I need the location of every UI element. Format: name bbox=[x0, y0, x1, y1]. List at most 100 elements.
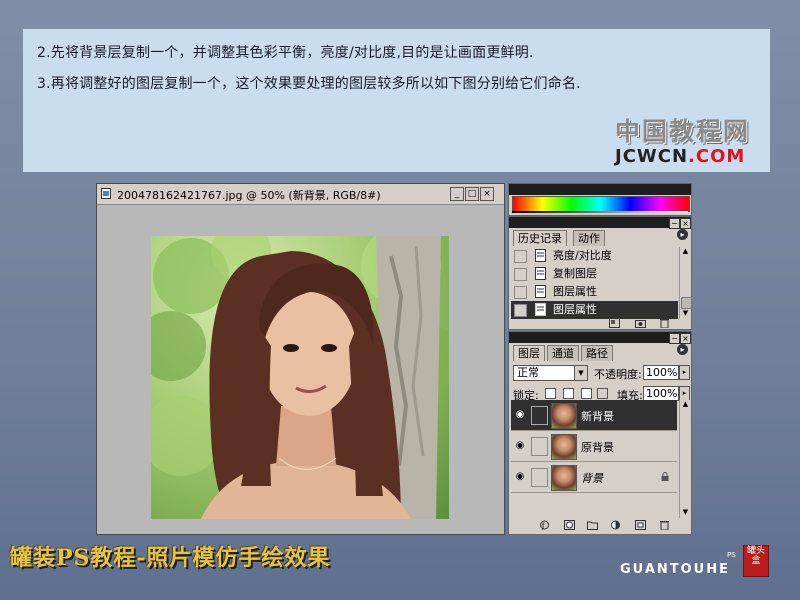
opacity-input[interactable]: 100% bbox=[643, 365, 679, 380]
image-document-window: 200478162421767.jpg @ 50% (新背景, RGB/8#) … bbox=[96, 183, 505, 535]
adjustment-layer-icon[interactable] bbox=[610, 520, 621, 530]
new-layer-icon[interactable] bbox=[635, 520, 646, 530]
layers-panel: − × 图层 通道 路径 ▸ 正常 ▼ 不透明度: 100% ▸ 锁定: 填充:… bbox=[508, 331, 692, 535]
chevron-down-icon: ▼ bbox=[574, 366, 587, 380]
history-minimize-button[interactable]: − bbox=[669, 218, 680, 229]
history-item-label: 图层属性 bbox=[553, 303, 597, 316]
layer-row-active[interactable]: ◉ 新背景 bbox=[511, 400, 677, 431]
lock-icon bbox=[661, 472, 669, 481]
layer-style-icon[interactable]: ƒ bbox=[539, 520, 550, 530]
close-button[interactable]: × bbox=[480, 187, 494, 201]
brand-name: GUANTOUHE bbox=[620, 562, 731, 577]
lock-move-icon[interactable] bbox=[581, 388, 592, 399]
minimize-button[interactable]: _ bbox=[450, 187, 464, 201]
history-list: 亮度/对比度 复制图层 图层属性 图层属性 bbox=[511, 247, 678, 329]
history-close-button[interactable]: × bbox=[680, 218, 691, 229]
history-scroll-thumb[interactable] bbox=[681, 297, 692, 309]
color-spectrum-bar[interactable] bbox=[512, 196, 690, 212]
logo-domain-main: JCWCN bbox=[615, 146, 689, 167]
fill-input[interactable]: 100% bbox=[643, 386, 679, 401]
new-snapshot-icon[interactable] bbox=[635, 318, 646, 328]
opacity-label: 不透明度: bbox=[594, 368, 642, 381]
trash-icon[interactable] bbox=[659, 318, 670, 328]
maximize-button[interactable]: □ bbox=[465, 187, 479, 201]
history-scrollbar[interactable]: ▲ ▼ bbox=[679, 247, 692, 319]
brand-ps: PS bbox=[727, 551, 736, 559]
history-step-icon bbox=[535, 267, 546, 280]
layer-mask-icon[interactable] bbox=[564, 520, 575, 530]
history-step-icon bbox=[535, 249, 546, 262]
image-window-titlebar[interactable]: 200478162421767.jpg @ 50% (新背景, RGB/8#) … bbox=[97, 184, 504, 205]
image-window-title: 200478162421767.jpg @ 50% (新背景, RGB/8#) bbox=[117, 189, 381, 202]
seal-logo: 罐头盒 bbox=[743, 545, 769, 577]
portrait-photo bbox=[151, 236, 449, 519]
layer-name: 原背景 bbox=[581, 441, 614, 454]
color-palette-titlebar[interactable] bbox=[509, 184, 691, 195]
photo-canvas[interactable] bbox=[151, 236, 449, 519]
tutorial-title: 罐装PS教程-照片模仿手绘效果 bbox=[10, 545, 331, 571]
layers-minimize-button[interactable]: − bbox=[669, 333, 680, 344]
tab-channels[interactable]: 通道 bbox=[547, 345, 579, 361]
tab-history[interactable]: 历史记录 bbox=[513, 230, 567, 246]
layer-name: 背景 bbox=[581, 472, 603, 485]
blend-mode-select[interactable]: 正常 ▼ bbox=[513, 365, 588, 381]
history-item-label: 复制图层 bbox=[553, 267, 597, 280]
history-item[interactable]: 复制图层 bbox=[511, 265, 678, 283]
tab-paths[interactable]: 路径 bbox=[581, 345, 613, 361]
visibility-eye-icon[interactable]: ◉ bbox=[513, 439, 527, 453]
history-snapshot-checkbox[interactable] bbox=[514, 250, 527, 263]
layer-row[interactable]: ◉ 原背景 bbox=[511, 431, 677, 462]
scroll-down-icon[interactable]: ▼ bbox=[681, 508, 690, 517]
site-logo-domain: JCWCN.COM bbox=[615, 146, 745, 167]
color-palette bbox=[508, 183, 692, 216]
grayscale-ramp[interactable] bbox=[512, 211, 688, 213]
opacity-arrow-icon[interactable]: ▸ bbox=[679, 365, 690, 380]
scroll-up-icon[interactable]: ▲ bbox=[681, 400, 690, 409]
history-snapshot-checkbox[interactable] bbox=[514, 268, 527, 281]
layers-panel-titlebar[interactable]: − × bbox=[509, 332, 691, 344]
history-snapshot-checkbox[interactable] bbox=[514, 304, 527, 317]
layer-set-folder-icon[interactable] bbox=[587, 520, 598, 530]
document-icon bbox=[101, 188, 111, 199]
tab-layers[interactable]: 图层 bbox=[513, 345, 545, 361]
seal-text: 罐头盒 bbox=[746, 546, 765, 566]
site-logo-chinese: 中国教程网 bbox=[615, 117, 751, 146]
logo-domain-tld: .COM bbox=[688, 146, 746, 167]
layers-scrollbar[interactable]: ▲ ▼ bbox=[679, 400, 691, 518]
lock-paint-icon[interactable] bbox=[563, 388, 574, 399]
history-item-label: 亮度/对比度 bbox=[553, 249, 612, 262]
history-step-icon bbox=[535, 303, 546, 316]
history-snapshot-checkbox[interactable] bbox=[514, 286, 527, 299]
layer-row[interactable]: ◉ 背景 bbox=[511, 462, 677, 493]
history-panel: − × 历史记录 动作 ▸ 亮度/对比度 复制图层 图层属性 图层属性 ▲ ▼ bbox=[508, 216, 692, 330]
scroll-down-icon[interactable]: ▼ bbox=[681, 309, 690, 318]
layer-thumbnail bbox=[551, 465, 577, 491]
layer-thumbnail bbox=[551, 403, 577, 429]
link-icon[interactable] bbox=[531, 468, 548, 487]
history-panel-titlebar[interactable]: − × bbox=[509, 217, 691, 229]
brush-icon[interactable] bbox=[531, 406, 548, 425]
trash-icon[interactable] bbox=[659, 520, 670, 530]
scroll-up-icon[interactable]: ▲ bbox=[681, 247, 690, 256]
visibility-eye-icon[interactable]: ◉ bbox=[513, 408, 527, 422]
history-item-active[interactable]: 图层属性 bbox=[511, 301, 678, 319]
history-item-label: 图层属性 bbox=[553, 285, 597, 298]
fill-arrow-icon[interactable]: ▸ bbox=[679, 386, 690, 401]
history-item[interactable]: 亮度/对比度 bbox=[511, 247, 678, 265]
visibility-eye-icon[interactable]: ◉ bbox=[513, 470, 527, 484]
link-icon[interactable] bbox=[531, 437, 548, 456]
layer-name: 新背景 bbox=[581, 410, 614, 423]
new-document-from-state-icon[interactable] bbox=[609, 318, 620, 328]
lock-transparency-checkbox[interactable] bbox=[545, 388, 556, 399]
layers-menu-icon[interactable]: ▸ bbox=[677, 344, 688, 355]
instruction-line-1: 2.先将背景层复制一个，并调整其色彩平衡，亮度/对比度,目的是让画面更鲜明. bbox=[37, 45, 534, 61]
instruction-line-2: 3.再将调整好的图层复制一个，这个效果要处理的图层较多所以如下图分别给它们命名. bbox=[37, 76, 581, 92]
blend-mode-value: 正常 bbox=[517, 366, 539, 379]
history-menu-icon[interactable]: ▸ bbox=[677, 229, 688, 240]
lock-all-icon[interactable] bbox=[597, 388, 608, 399]
layers-close-button[interactable]: × bbox=[680, 333, 691, 344]
layer-thumbnail bbox=[551, 434, 577, 460]
tab-actions[interactable]: 动作 bbox=[573, 230, 605, 246]
history-item[interactable]: 图层属性 bbox=[511, 283, 678, 301]
history-step-icon bbox=[535, 285, 546, 298]
